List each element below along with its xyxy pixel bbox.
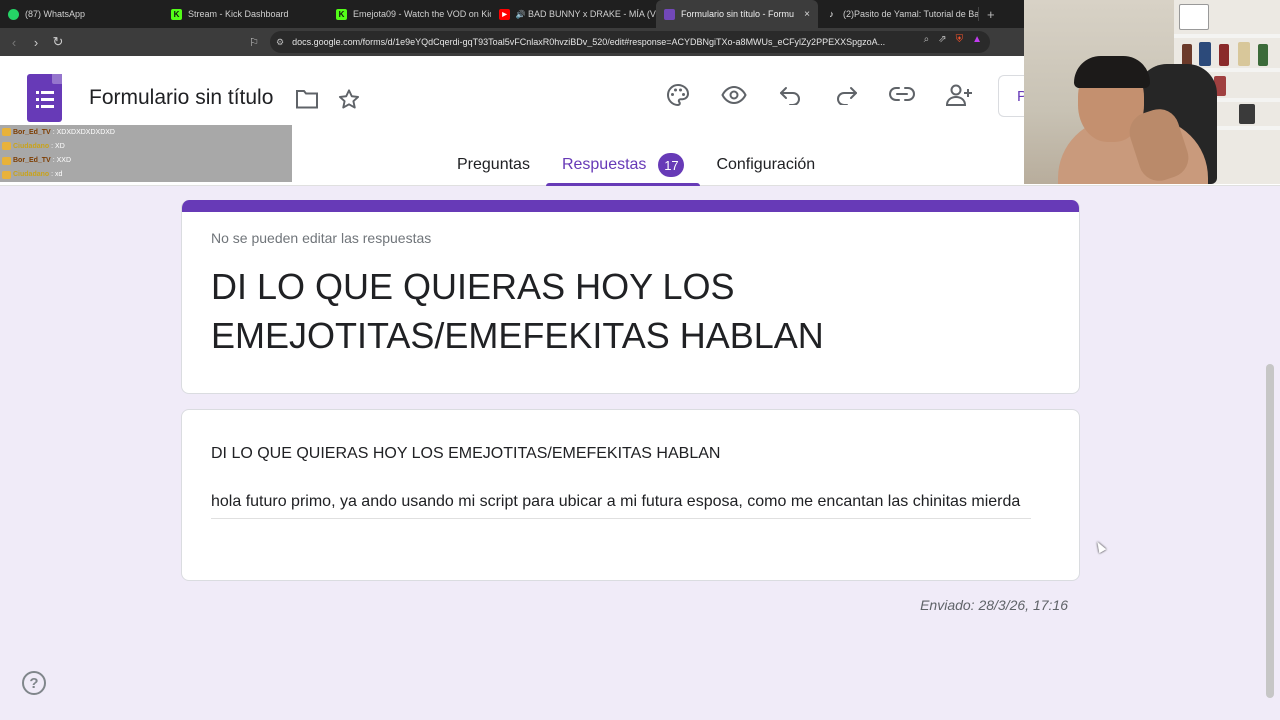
close-tab-icon[interactable]: ×: [804, 9, 810, 20]
streamer-hair: [1074, 56, 1150, 88]
page-scrollbar[interactable]: [1266, 364, 1274, 698]
collectible-figure: [1238, 42, 1250, 66]
chat-badge-icon: [2, 170, 11, 179]
browser-toolbar: ‹ › ↻ ⚐ ⚙ docs.google.com/forms/d/1e9eYQ…: [0, 28, 1024, 56]
tiktok-icon: ♪: [829, 9, 834, 19]
stream-chat-overlay: Bor_Ed_TV : XDXDXDXDXDXD Ciudadano : XD …: [0, 125, 292, 182]
add-collaborator-icon[interactable]: [945, 83, 973, 107]
tab-google-forms[interactable]: Formulario sin título - Formulari ×: [656, 0, 818, 28]
collectible-figure: [1219, 44, 1229, 66]
whatsapp-icon: [8, 8, 19, 20]
webcam-overlay: [1024, 0, 1280, 184]
chat-text: : XXD: [52, 157, 72, 165]
tab-responses[interactable]: Respuestas 17: [545, 144, 701, 186]
link-icon[interactable]: [889, 86, 915, 102]
collectible-figure: [1239, 104, 1255, 124]
reload-icon[interactable]: ↻: [47, 31, 69, 53]
tab-kick-dashboard[interactable]: K Stream - Kick Dashboard: [163, 0, 328, 28]
kick-icon: K: [171, 8, 182, 20]
tab-label: (2)Pasito de Yamal: Tutorial de Baile: [843, 9, 978, 19]
chat-text: : xd: [51, 171, 63, 179]
question-card: DI LO QUE QUIERAS HOY LOS EMEJOTITAS/EME…: [181, 409, 1080, 581]
responses-count-badge: 17: [658, 153, 685, 177]
mouse-cursor-icon: [1093, 539, 1107, 554]
google-forms-icon: [664, 8, 675, 20]
tab-whatsapp[interactable]: (87) WhatsApp: [0, 0, 163, 28]
answer-text: hola futuro primo, ya ando usando mi scr…: [211, 490, 1031, 519]
address-bar[interactable]: ⚙ docs.google.com/forms/d/1e9eYQdCqerdi-…: [270, 31, 990, 53]
collectible-figure: [1199, 42, 1211, 66]
no-edit-notice: No se pueden editar las respuestas: [211, 230, 432, 246]
undo-icon[interactable]: [779, 85, 803, 105]
chat-badge-icon: [2, 128, 11, 137]
tab-label: (87) WhatsApp: [25, 9, 86, 19]
shelf: [1174, 34, 1280, 38]
google-forms-logo-icon[interactable]: [27, 74, 62, 122]
tab-kick-vod[interactable]: K Emejota09 - Watch the VOD on Kick: [328, 0, 491, 28]
chat-username: Ciudadano: [13, 171, 50, 179]
palette-icon[interactable]: [666, 83, 690, 107]
chat-message: Bor_Ed_TV : XXD: [0, 154, 292, 168]
youtube-icon: ▶: [499, 8, 510, 20]
forms-tabs: Preguntas Respuestas 17 Configuración: [441, 144, 831, 186]
collectible-figure: [1258, 44, 1268, 66]
form-heading: DI LO QUE QUIERAS HOY LOS EMEJOTITAS/EME…: [211, 266, 824, 356]
collectible-figure: [1182, 44, 1192, 66]
forward-arrow-icon[interactable]: ›: [25, 31, 47, 53]
tab-label: Formulario sin título - Formulari: [681, 9, 795, 19]
kick-icon: K: [336, 8, 347, 20]
bookmark-icon[interactable]: ⚐: [243, 31, 265, 53]
back-arrow-icon[interactable]: ‹: [3, 31, 25, 53]
share-icon[interactable]: ⇗: [938, 34, 946, 45]
card-accent-bar: [182, 200, 1079, 212]
tab-questions[interactable]: Preguntas: [441, 144, 546, 186]
chat-username: Bor_Ed_TV: [13, 128, 51, 136]
framed-picture: [1179, 4, 1209, 30]
url-text: docs.google.com/forms/d/1e9eYQdCqerdi-gq…: [292, 37, 886, 47]
brave-rewards-icon[interactable]: ▲: [972, 34, 982, 45]
chat-text: : XD: [51, 142, 65, 150]
chat-message: Bor_Ed_TV : XDXDXDXDXDXD: [0, 125, 292, 139]
submitted-timestamp: Enviado: 28/3/26, 17:16: [920, 597, 1068, 613]
tab-tiktok[interactable]: ♪ (2)Pasito de Yamal: Tutorial de Baile: [818, 0, 978, 28]
zoom-icon[interactable]: ⌕: [924, 34, 930, 45]
help-icon[interactable]: ?: [22, 671, 46, 695]
chat-username: Bor_Ed_TV: [13, 157, 51, 165]
chat-text: : XDXDXDXDXDXD: [52, 128, 115, 136]
chat-badge-icon: [2, 142, 11, 151]
star-icon[interactable]: [337, 88, 361, 111]
question-title: DI LO QUE QUIERAS HOY LOS EMEJOTITAS/EME…: [211, 445, 721, 462]
tab-responses-label: Respuestas: [561, 156, 647, 173]
tab-settings[interactable]: Configuración: [700, 144, 831, 186]
form-title-field[interactable]: Formulario sin título: [89, 86, 273, 110]
tab-label: Emejota09 - Watch the VOD on Kick: [353, 9, 491, 19]
chat-message: Ciudadano : XD: [0, 139, 292, 153]
form-header-card: No se pueden editar las respuestas DI LO…: [181, 200, 1080, 394]
new-tab-button[interactable]: +: [979, 7, 1003, 22]
redo-icon[interactable]: [834, 85, 858, 105]
site-info-icon[interactable]: ⚙: [276, 37, 284, 48]
chat-badge-icon: [2, 156, 11, 165]
omnibox-actions: ⌕ ⇗ ⛨ ▲: [924, 34, 982, 45]
brave-shield-icon[interactable]: ⛨: [956, 34, 964, 45]
folder-icon[interactable]: [295, 88, 319, 110]
tab-label: Stream - Kick Dashboard: [188, 9, 289, 19]
tab-youtube[interactable]: ▶ 🔊 BAD BUNNY x DRAKE - MÍA (Vid: [491, 0, 656, 28]
speaker-icon[interactable]: 🔊: [516, 9, 526, 20]
tab-label: BAD BUNNY x DRAKE - MÍA (Vid: [528, 9, 656, 19]
chat-message: Ciudadano : xd: [0, 168, 292, 182]
preview-eye-icon[interactable]: [721, 85, 747, 105]
chat-username: Ciudadano: [13, 142, 50, 150]
